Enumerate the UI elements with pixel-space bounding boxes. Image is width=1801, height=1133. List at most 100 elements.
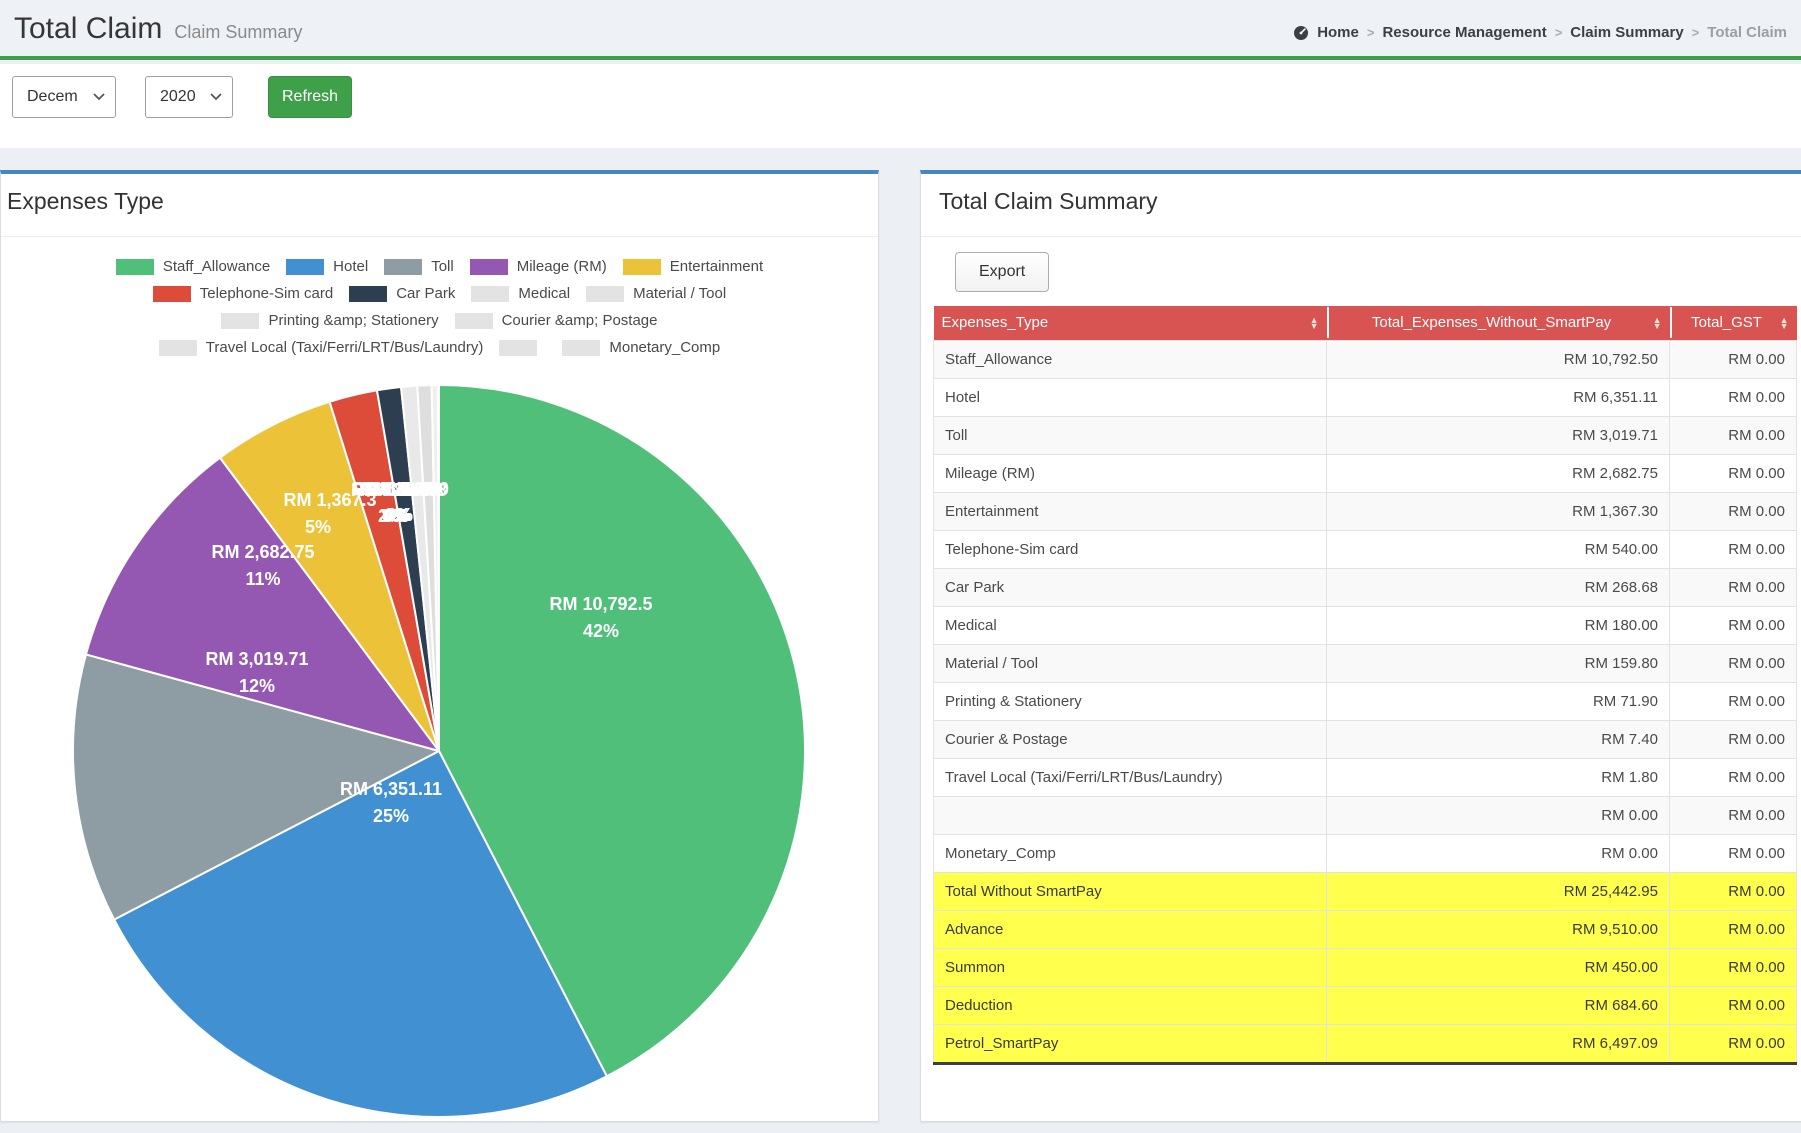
pie-slice-label: RM 3,019.71: [205, 649, 308, 669]
gst-amount-cell: RM 0.00: [1670, 834, 1797, 872]
gst-amount-cell: RM 0.00: [1670, 1024, 1797, 1063]
pie-slice-label: RM 1.80: [364, 480, 432, 500]
gst-amount-cell: RM 0.00: [1670, 644, 1797, 682]
expenses-amount-cell: RM 1,367.30: [1327, 492, 1670, 530]
table-row: EntertainmentRM 1,367.30RM 0.00: [934, 492, 1797, 530]
column-header-label: Total_Expenses_Without_SmartPay: [1337, 314, 1647, 331]
breadcrumb-claim-summary[interactable]: Claim Summary: [1570, 24, 1683, 41]
legend-item[interactable]: [499, 340, 546, 356]
sort-icon[interactable]: ▲▼: [1780, 317, 1789, 329]
column-header-total_gst[interactable]: Total_GST▲▼: [1670, 306, 1797, 340]
legend-item[interactable]: Toll: [384, 258, 454, 275]
export-button[interactable]: Export: [955, 252, 1049, 292]
gst-amount-cell: RM 0.00: [1670, 454, 1797, 492]
legend-item[interactable]: Mileage (RM): [470, 258, 607, 275]
legend-label: Toll: [431, 258, 454, 275]
breadcrumb-separator: >: [1692, 25, 1700, 40]
table-row-summary: AdvanceRM 9,510.00RM 0.00: [934, 910, 1797, 948]
legend-swatch-icon: [153, 286, 191, 302]
table-row: Travel Local (Taxi/Ferri/LRT/Bus/Laundry…: [934, 758, 1797, 796]
dashboard-icon: [1293, 25, 1309, 41]
pie-slice-label: 0%: [383, 506, 409, 526]
legend-swatch-icon: [116, 259, 154, 275]
expenses-amount-cell: RM 25,442.95: [1327, 872, 1670, 910]
expenses-amount-cell: RM 684.60: [1327, 986, 1670, 1024]
gst-amount-cell: RM 0.00: [1670, 416, 1797, 454]
expense-type-cell: Toll: [934, 416, 1327, 454]
legend-label: Travel Local (Taxi/Ferri/LRT/Bus/Laundry…: [206, 339, 484, 356]
legend-item[interactable]: Material / Tool: [586, 285, 726, 302]
table-row: Courier & PostageRM 7.40RM 0.00: [934, 720, 1797, 758]
expenses-amount-cell: RM 2,682.75: [1327, 454, 1670, 492]
expense-type-cell: Deduction: [934, 986, 1327, 1024]
pie-slice-label: RM 2,682.75: [211, 542, 314, 562]
legend-label: Printing &amp; Stationery: [268, 312, 438, 329]
legend-swatch-icon: [562, 340, 600, 356]
expense-type-cell: Car Park: [934, 568, 1327, 606]
sort-icon[interactable]: ▲▼: [1310, 317, 1319, 329]
legend-swatch-icon: [349, 286, 387, 302]
gst-amount-cell: RM 0.00: [1670, 378, 1797, 416]
legend-item[interactable]: Monetary_Comp: [562, 339, 720, 356]
legend-label: Material / Tool: [633, 285, 726, 302]
sort-icon[interactable]: ▲▼: [1653, 317, 1662, 329]
column-header-expenses_type[interactable]: Expenses_Type▲▼: [934, 306, 1327, 340]
expenses-amount-cell: RM 180.00: [1327, 606, 1670, 644]
breadcrumb-home[interactable]: Home: [1317, 24, 1359, 41]
legend-label: Telephone-Sim card: [200, 285, 333, 302]
column-header-total_expenses_without_smartpay[interactable]: Total_Expenses_Without_SmartPay ▲▼: [1327, 306, 1670, 340]
gst-amount-cell: RM 0.00: [1670, 910, 1797, 948]
legend-item[interactable]: Telephone-Sim card: [153, 285, 333, 302]
refresh-button[interactable]: Refresh: [268, 76, 352, 118]
expense-type-cell: Mileage (RM): [934, 454, 1327, 492]
gst-amount-cell: RM 0.00: [1670, 606, 1797, 644]
page-subtitle: Claim Summary: [174, 22, 302, 43]
legend-item[interactable]: Entertainment: [623, 258, 763, 275]
expense-type-cell: Advance: [934, 910, 1327, 948]
expenses-amount-cell: RM 71.90: [1327, 682, 1670, 720]
legend-item[interactable]: Hotel: [286, 258, 368, 275]
legend-item[interactable]: Medical: [471, 285, 570, 302]
legend-item[interactable]: Travel Local (Taxi/Ferri/LRT/Bus/Laundry…: [159, 339, 484, 356]
legend-item[interactable]: Printing &amp; Stationery: [221, 312, 438, 329]
gst-amount-cell: RM 0.00: [1670, 948, 1797, 986]
table-row: Telephone-Sim cardRM 540.00RM 0.00: [934, 530, 1797, 568]
table-row-summary: SummonRM 450.00RM 0.00: [934, 948, 1797, 986]
legend-row: Telephone-Sim card Car Park Medical Materia…: [1, 285, 878, 302]
legend-swatch-icon: [623, 259, 661, 275]
legend-swatch-icon: [471, 286, 509, 302]
gst-amount-cell: RM 0.00: [1670, 758, 1797, 796]
pie-slice-label: 5%: [305, 517, 331, 537]
month-select[interactable]: Decem: [12, 76, 116, 118]
expense-type-cell: Staff_Allowance: [934, 340, 1327, 378]
legend-item[interactable]: Staff_Allowance: [116, 258, 270, 275]
panel-divider: [921, 236, 1801, 237]
legend-item[interactable]: Courier &amp; Postage: [455, 312, 658, 329]
expenses-amount-cell: RM 3,019.71: [1327, 416, 1670, 454]
table-row: Staff_AllowanceRM 10,792.50RM 0.00: [934, 340, 1797, 378]
expenses-pie-chart[interactable]: RM 10,792.542%RM 6,351.1125%RM 3,019.711…: [1, 379, 880, 1125]
breadcrumb-resource-management[interactable]: Resource Management: [1382, 24, 1546, 41]
breadcrumb: Home > Resource Management > Claim Summa…: [1293, 24, 1787, 41]
page-title: Total Claim: [14, 12, 162, 46]
gst-amount-cell: RM 0.00: [1670, 568, 1797, 606]
year-select[interactable]: 2020: [145, 76, 233, 118]
legend-label: Courier &amp; Postage: [502, 312, 658, 329]
breadcrumb-separator: >: [1555, 25, 1563, 40]
year-select-value: 2020: [160, 88, 196, 106]
chevron-down-icon: [210, 93, 222, 101]
legend-row: Staff_Allowance Hotel Toll Mileage (RM) Ente…: [1, 258, 878, 275]
pie-slice-label: RM 10,792.5: [549, 594, 652, 614]
gst-amount-cell: RM 0.00: [1670, 340, 1797, 378]
table-row: RM 0.00RM 0.00: [934, 796, 1797, 834]
chart-legend: Staff_Allowance Hotel Toll Mileage (RM) Ente…: [1, 258, 878, 356]
legend-swatch-icon: [586, 286, 624, 302]
table-row: Mileage (RM)RM 2,682.75RM 0.00: [934, 454, 1797, 492]
legend-swatch-icon: [455, 313, 493, 329]
legend-item[interactable]: Car Park: [349, 285, 455, 302]
table-row: Car ParkRM 268.68RM 0.00: [934, 568, 1797, 606]
month-select-value: Decem: [27, 88, 78, 106]
pie-slice-label: 42%: [583, 621, 619, 641]
legend-row: Travel Local (Taxi/Ferri/LRT/Bus/Laundry…: [1, 339, 878, 356]
table-row-summary: Total Without SmartPayRM 25,442.95RM 0.0…: [934, 872, 1797, 910]
